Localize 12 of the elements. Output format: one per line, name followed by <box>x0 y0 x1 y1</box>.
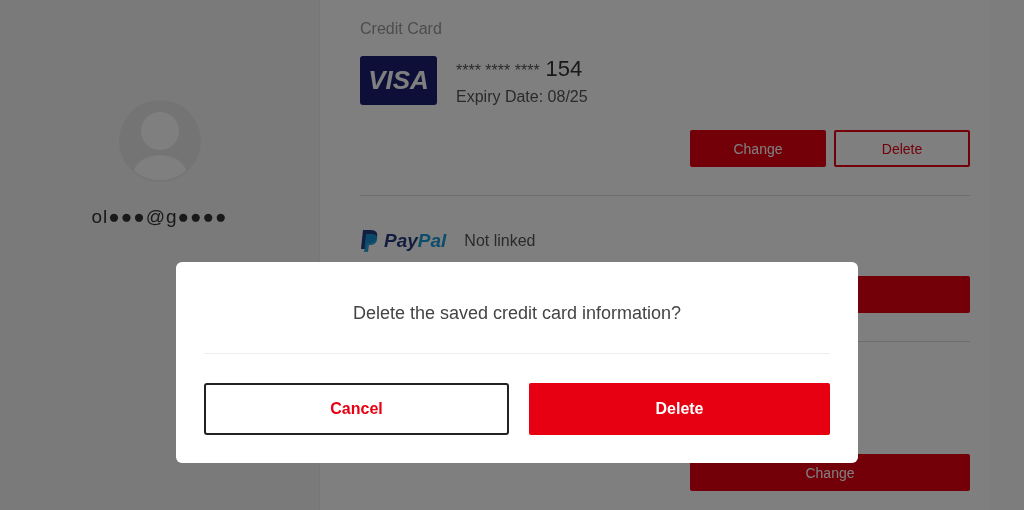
card-number: **** **** **** 154 <box>456 56 584 82</box>
link-status: Not linked <box>464 232 536 250</box>
expiry-date: Expiry Date: 08/25 <box>456 88 588 106</box>
change-button[interactable]: Change <box>690 130 826 167</box>
cancel-button[interactable]: Cancel <box>204 383 509 435</box>
dialog-message: Delete the saved credit card information? <box>204 262 830 354</box>
paypal-wordmark: PayPal <box>384 230 447 252</box>
user-email: ol●●●@g●●●● <box>91 206 228 228</box>
visa-logo: VISA <box>360 56 437 105</box>
paypal-p-icon <box>360 230 378 252</box>
delete-button[interactable]: Delete <box>834 130 970 167</box>
delete-button[interactable]: Delete <box>529 383 830 435</box>
